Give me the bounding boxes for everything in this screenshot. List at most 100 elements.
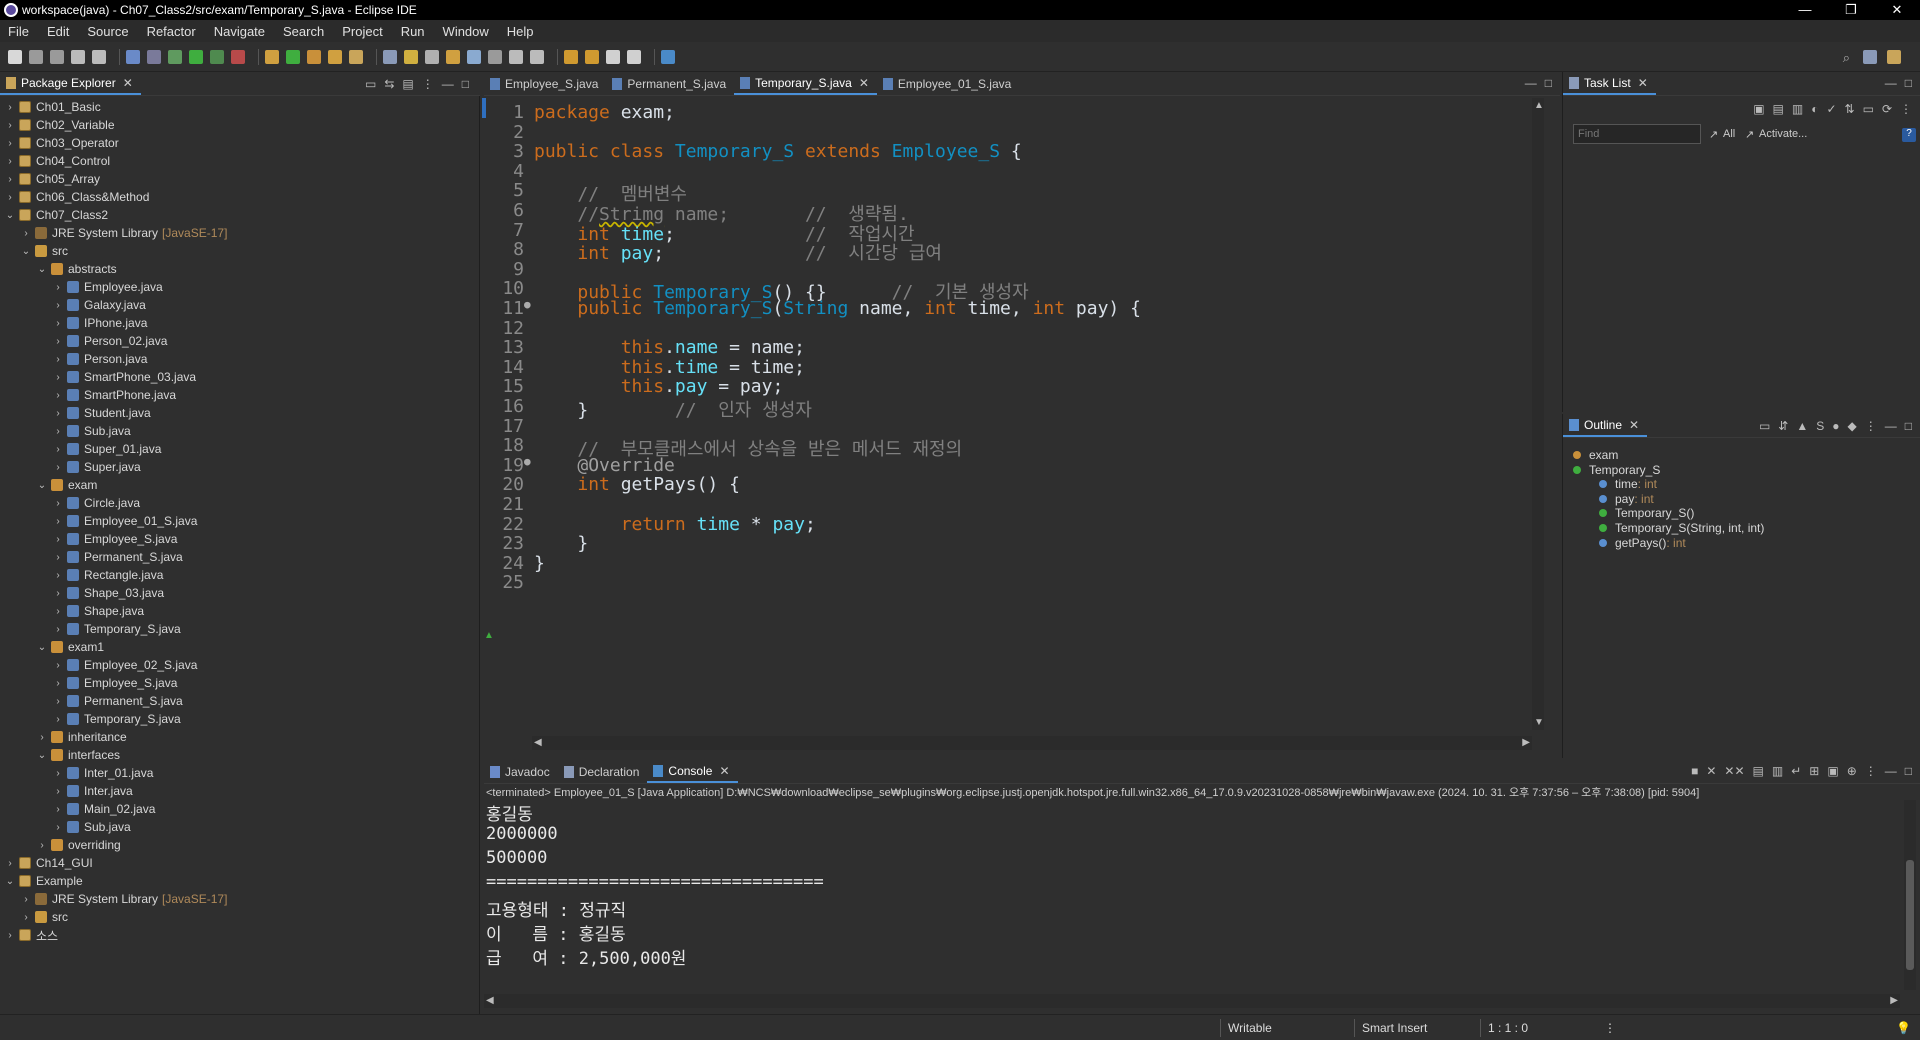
open-folder-icon[interactable] <box>328 49 342 64</box>
highlight-icon[interactable] <box>404 49 418 64</box>
chevron-right-icon[interactable]: › <box>52 534 64 545</box>
hide-static-icon[interactable]: S <box>1816 419 1824 433</box>
tree-item[interactable]: › Student.java <box>0 404 480 422</box>
close-icon[interactable]: ✕ <box>859 76 869 90</box>
menu-window[interactable]: Window <box>443 24 489 39</box>
tree-item[interactable]: › overriding <box>0 836 480 854</box>
tree-item[interactable]: › Rectangle.java <box>0 566 480 584</box>
collapse-all-icon[interactable]: ▭ <box>1863 102 1874 116</box>
tree-item[interactable]: › Main_02.java <box>0 800 480 818</box>
run-icon[interactable] <box>189 49 203 64</box>
menu-navigate[interactable]: Navigate <box>214 24 265 39</box>
tree-item[interactable]: › Super_01.java <box>0 440 480 458</box>
view-menu-icon[interactable]: ⋮ <box>1865 764 1877 778</box>
menu-help[interactable]: Help <box>507 24 534 39</box>
chevron-right-icon[interactable]: › <box>52 570 64 581</box>
terminal-icon[interactable] <box>126 49 140 64</box>
tree-item[interactable]: › Employee_S.java <box>0 674 480 692</box>
menu-run[interactable]: Run <box>401 24 425 39</box>
tree-item[interactable]: › Employee_01_S.java <box>0 512 480 530</box>
new-icon[interactable] <box>8 49 22 64</box>
scroll-down-icon[interactable]: ▼ <box>1534 717 1544 728</box>
view-menu-icon[interactable]: ⋮ <box>1865 419 1877 433</box>
cursor-position[interactable]: 1 : 1 : 0 <box>1488 1021 1528 1035</box>
chevron-down-icon[interactable]: ⌄ <box>4 876 16 887</box>
tree-item[interactable]: › Ch02_Variable <box>0 116 480 134</box>
maximize-icon[interactable]: □ <box>1905 76 1912 90</box>
terminate-icon[interactable]: ■ <box>1691 764 1698 778</box>
chevron-down-icon[interactable]: ⌄ <box>36 480 48 491</box>
chevron-right-icon[interactable]: › <box>52 588 64 599</box>
tip-icon[interactable]: 💡 <box>1896 1021 1911 1035</box>
tree-item[interactable]: ⌄ src <box>0 242 480 260</box>
tree-item[interactable]: › JRE System Library [JavaSE-17] <box>0 890 480 908</box>
tree-item[interactable]: › Permanent_S.java <box>0 692 480 710</box>
tree-item[interactable]: › Shape.java <box>0 602 480 620</box>
chevron-right-icon[interactable]: › <box>52 678 64 689</box>
tree-item[interactable]: › src <box>0 908 480 926</box>
chevron-right-icon[interactable]: › <box>4 156 16 167</box>
menu-file[interactable]: File <box>8 24 29 39</box>
close-icon[interactable]: ✕ <box>719 764 729 778</box>
tree-item[interactable]: › SmartPhone.java <box>0 386 480 404</box>
minimize-icon[interactable]: — <box>1885 419 1897 433</box>
editor-vertical-scrollbar[interactable]: ▲ ▼ <box>1532 98 1544 730</box>
tree-item[interactable]: › Person_02.java <box>0 332 480 350</box>
link-with-editor-icon[interactable]: ⇆ <box>384 77 394 91</box>
chevron-right-icon[interactable]: › <box>52 300 64 311</box>
maximize-button[interactable]: ❐ <box>1828 0 1874 20</box>
filter-completed-icon[interactable]: ✓ <box>1826 102 1836 116</box>
close-icon[interactable]: ✕ <box>123 76 133 90</box>
tab-task-list[interactable]: Task List ✕ <box>1563 73 1656 95</box>
help-icon[interactable]: ? <box>1902 128 1916 142</box>
activate-icon[interactable]: ↗ <box>1745 128 1754 141</box>
pin-editor-icon[interactable] <box>661 49 675 64</box>
chevron-right-icon[interactable]: › <box>52 624 64 635</box>
sort-icon[interactable]: ⇵ <box>1778 419 1788 433</box>
undo-icon[interactable] <box>71 49 85 64</box>
scroll-right-icon[interactable]: ▶ <box>1890 995 1898 1006</box>
outline-item[interactable]: getPays() : int <box>1599 534 1686 552</box>
tree-item[interactable]: › Galaxy.java <box>0 296 480 314</box>
chevron-right-icon[interactable]: › <box>52 408 64 419</box>
tree-item[interactable]: › Shape_03.java <box>0 584 480 602</box>
coverage-icon[interactable] <box>210 49 224 64</box>
editor-horizontal-scrollbar[interactable]: ◀ ▶ <box>532 736 1532 750</box>
back-icon[interactable] <box>606 49 620 64</box>
chevron-right-icon[interactable]: › <box>52 354 64 365</box>
focus-icon[interactable]: ◐ <box>1811 102 1818 116</box>
remove-launch-icon[interactable]: ✕ <box>1706 764 1716 778</box>
forward-edit-icon[interactable] <box>585 49 599 64</box>
view-menu-icon[interactable]: ⋮ <box>422 77 434 91</box>
block-selection-icon[interactable] <box>425 49 439 64</box>
tree-item[interactable]: › Ch06_Class&Method <box>0 188 480 206</box>
menu-source[interactable]: Source <box>87 24 128 39</box>
tab-outline[interactable]: Outline ✕ <box>1563 415 1648 437</box>
chevron-right-icon[interactable]: › <box>52 336 64 347</box>
status-menu-icon[interactable]: ⋮ <box>1604 1021 1616 1035</box>
close-icon[interactable]: ✕ <box>1629 418 1639 432</box>
tree-item[interactable]: › Sub.java <box>0 422 480 440</box>
chevron-right-icon[interactable]: › <box>36 840 48 851</box>
console-vertical-scrollbar[interactable] <box>1904 800 1916 990</box>
tab-package-explorer[interactable]: Package Explorer ✕ <box>0 73 141 95</box>
save-icon[interactable] <box>29 49 43 64</box>
menu-search[interactable]: Search <box>283 24 324 39</box>
chevron-right-icon[interactable]: › <box>4 930 16 941</box>
tree-item[interactable]: › Employee.java <box>0 278 480 296</box>
external-tools-icon[interactable] <box>231 49 245 64</box>
search-tool-icon[interactable] <box>349 49 363 64</box>
forward-icon[interactable] <box>627 49 641 64</box>
sort-icon[interactable]: ⇅ <box>1845 102 1855 116</box>
filter-icon[interactable]: ▤ <box>402 77 413 91</box>
close-window-button[interactable]: ✕ <box>1874 0 1920 20</box>
all-filter-link[interactable]: All <box>1723 128 1735 140</box>
pin-console-icon[interactable]: ⊞ <box>1809 764 1819 778</box>
chevron-right-icon[interactable]: › <box>52 444 64 455</box>
chevron-right-icon[interactable]: › <box>52 714 64 725</box>
tree-item[interactable]: ⌄ exam1 <box>0 638 480 656</box>
tree-item[interactable]: ⌄ abstracts <box>0 260 480 278</box>
open-type-icon[interactable] <box>307 49 321 64</box>
chevron-right-icon[interactable]: › <box>52 606 64 617</box>
tree-item[interactable]: › Person.java <box>0 350 480 368</box>
